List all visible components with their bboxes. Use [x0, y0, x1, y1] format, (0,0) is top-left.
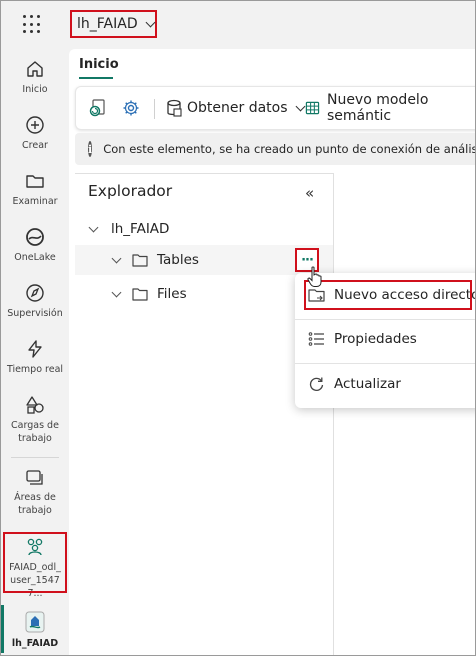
lakehouse-icon: [25, 611, 45, 633]
folder-icon: [26, 175, 44, 188]
onelake-icon: [26, 228, 44, 246]
menu-item-label: Actualizar: [334, 376, 401, 392]
table-model-icon: [305, 101, 320, 115]
rail-item-label: lh_FAIAD: [11, 638, 59, 649]
workspaces-icon: [26, 470, 43, 485]
workspace-highlight-box: [3, 532, 67, 593]
database-icon: [167, 99, 182, 117]
chevron-down-icon: [295, 101, 305, 111]
rail-item-examinar[interactable]: Examinar: [1, 171, 69, 208]
ribbon-toolbar: Obtener datos Nuevo modelo semántic: [75, 86, 475, 130]
active-indicator: [1, 605, 4, 653]
plus-circle-icon: [26, 116, 44, 134]
app-launcher-icon[interactable]: [23, 15, 43, 35]
collapse-panel-icon[interactable]: «: [305, 184, 314, 202]
explorer-title: Explorador: [88, 182, 173, 200]
hand-cursor-icon: [307, 266, 322, 287]
chevron-down-icon: [111, 253, 122, 263]
rail-divider: [11, 457, 59, 458]
tree-node-lakehouse[interactable]: lh_FAIAD: [75, 214, 333, 244]
refresh-icon: [309, 377, 324, 391]
menu-item-properties[interactable]: Propiedades: [295, 322, 475, 356]
folder-icon: [132, 254, 148, 267]
get-data-button[interactable]: Obtener datos: [166, 87, 305, 129]
rail-item-inicio[interactable]: Inicio: [1, 59, 69, 96]
folder-icon: [132, 288, 148, 301]
home-icon: [27, 61, 43, 77]
rail-item-cargas-de-trabajo[interactable]: Cargas de trabajo: [1, 395, 69, 445]
chevron-down-icon: [111, 287, 122, 297]
menu-highlight-box: [304, 280, 472, 310]
rail-item-label: Áreas de trabajo: [14, 492, 56, 516]
menu-divider: [295, 363, 475, 364]
properties-list-icon: [308, 332, 324, 346]
lightning-icon: [28, 340, 42, 358]
rail-item-label: Inicio: [22, 84, 48, 95]
tree-node-label: Files: [157, 286, 187, 302]
chevron-down-icon: [145, 17, 156, 27]
settings-button[interactable]: [122, 87, 140, 129]
menu-item-refresh[interactable]: Actualizar: [295, 367, 475, 401]
gear-icon: [123, 100, 139, 116]
tree-node-tables[interactable]: Tables ···: [75, 245, 333, 275]
app-window: lh_FAIAD Inicio Crear Examinar OneLake S…: [0, 0, 476, 656]
info-message-text: Con este elemento, se ha creado un punto…: [103, 142, 476, 156]
info-message-bar: i Con este elemento, se ha creado un pun…: [75, 133, 476, 165]
new-semantic-model-label: Nuevo modelo semántic: [326, 92, 429, 124]
tree-node-label: Tables: [157, 252, 199, 268]
menu-item-label: Propiedades: [334, 331, 417, 347]
rail-item-label: Tiempo real: [6, 364, 64, 375]
menu-divider: [295, 319, 475, 320]
rail-item-crear[interactable]: Crear: [1, 115, 69, 152]
shapes-icon: [26, 396, 44, 414]
chevron-down-icon: [88, 222, 99, 232]
top-bar: lh_FAIAD: [1, 1, 475, 49]
rail-item-label: Examinar: [12, 196, 58, 207]
rail-item-tiempo-real[interactable]: Tiempo real: [1, 339, 69, 376]
active-tab-underline: [79, 77, 113, 79]
get-data-label: Obtener datos: [187, 100, 288, 116]
workspace-item-title: lh_FAIAD: [77, 16, 138, 32]
rail-item-label: OneLake: [14, 252, 56, 263]
info-icon: i: [88, 141, 93, 157]
rail-item-label: Supervisión: [7, 308, 63, 319]
rail-item-label: Cargas de trabajo: [11, 420, 59, 444]
workspace-item-selector[interactable]: lh_FAIAD: [70, 10, 157, 38]
rail-item-areas-de-trabajo[interactable]: Áreas de trabajo: [1, 467, 69, 517]
tree-node-label: lh_FAIAD: [111, 221, 170, 237]
compass-icon: [26, 284, 44, 302]
notebook-refresh-icon: [89, 99, 105, 117]
open-notebook-button[interactable]: [89, 87, 107, 129]
tab-inicio[interactable]: Inicio: [79, 57, 119, 72]
rail-item-lh-faiad[interactable]: lh_FAIAD: [1, 611, 69, 650]
rail-item-supervision[interactable]: Supervisión: [1, 283, 69, 320]
explorer-panel: Explorador « lh_FAIAD Tables ··· Files: [75, 173, 334, 655]
new-semantic-model-button[interactable]: Nuevo modelo semántic: [305, 87, 475, 129]
rail-item-onelake[interactable]: OneLake: [1, 227, 69, 264]
toolbar-divider: [154, 99, 155, 119]
rail-item-label: Crear: [22, 140, 48, 151]
